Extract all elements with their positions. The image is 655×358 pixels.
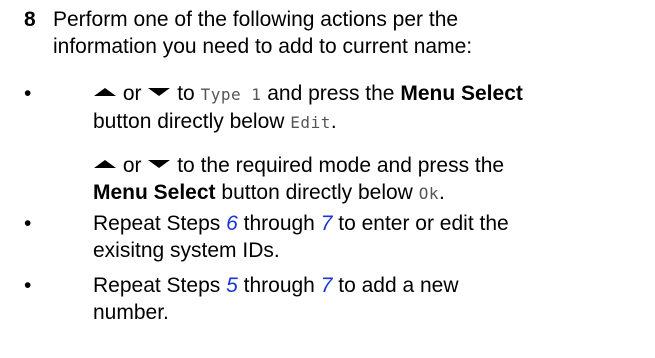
bullet-1b-line-1: or to the required mode and press the — [93, 152, 643, 179]
button-directly-below-text: button directly below — [93, 110, 285, 133]
up-arrow-icon — [93, 159, 117, 169]
and-press-text: and press the — [267, 82, 395, 105]
bullet-item-repeat-edit: Repeat Steps 6 through 7 to enter or edi… — [93, 210, 643, 264]
bullet-2-line-1: Repeat Steps 6 through 7 to enter or edi… — [93, 210, 643, 237]
softkey-edit: Edit — [290, 113, 331, 132]
step-text: Perform one of the following actions per… — [53, 6, 643, 60]
menu-select-label: Menu Select — [93, 181, 216, 204]
through-text: through — [243, 274, 315, 297]
bullet-1b-line-2: Menu Select button directly below Ok. — [93, 179, 643, 207]
bullet-2-line-2: exisitng system IDs. — [93, 239, 280, 262]
period: . — [438, 181, 445, 204]
step-7-link[interactable]: 7 — [321, 274, 333, 297]
step-text-line-2: information you need to add to current n… — [53, 35, 473, 58]
add-new-text: to add a new — [338, 274, 459, 297]
mode-name: Type 1 — [200, 85, 262, 104]
bullet-marker: • — [24, 82, 32, 105]
step-text-line-1: Perform one of the following actions per… — [53, 8, 459, 31]
bullet-item-select-mode: or to the required mode and press the Me… — [93, 152, 643, 207]
bullet-marker: • — [24, 274, 32, 297]
enter-edit-text: to enter or edit the — [338, 212, 509, 235]
to-text: to — [177, 82, 195, 105]
instruction-page: 8 Perform one of the following actions p… — [0, 0, 655, 358]
required-mode-text: to the required mode and press the — [177, 154, 505, 177]
repeat-steps-text: Repeat Steps — [93, 274, 221, 297]
step-5-link[interactable]: 5 — [226, 274, 238, 297]
bullet-1-line-2: button directly below Edit. — [93, 108, 643, 136]
down-arrow-icon — [147, 87, 171, 97]
bullet-3-line-2: number. — [93, 301, 169, 324]
repeat-steps-text: Repeat Steps — [93, 212, 221, 235]
or-text: or — [122, 154, 142, 177]
bullet-item-type-mode: or to Type 1 and press the Menu Select b… — [93, 80, 643, 136]
step-7-link[interactable]: 7 — [321, 212, 333, 235]
step-number: 8 — [24, 8, 36, 31]
step-6-link[interactable]: 6 — [226, 212, 238, 235]
bullet-marker: • — [24, 212, 32, 235]
bullet-item-repeat-add: Repeat Steps 5 through 7 to add a new nu… — [93, 272, 643, 326]
bullet-3-line-1: Repeat Steps 5 through 7 to add a new — [93, 272, 643, 299]
bullet-1-line-1: or to Type 1 and press the Menu Select — [93, 80, 643, 108]
softkey-ok: Ok — [418, 184, 439, 203]
period: . — [330, 110, 337, 133]
button-directly-below-text: button directly below — [221, 181, 413, 204]
menu-select-label: Menu Select — [400, 82, 523, 105]
up-arrow-icon — [93, 87, 117, 97]
down-arrow-icon — [147, 159, 171, 169]
through-text: through — [243, 212, 315, 235]
or-text: or — [122, 82, 142, 105]
